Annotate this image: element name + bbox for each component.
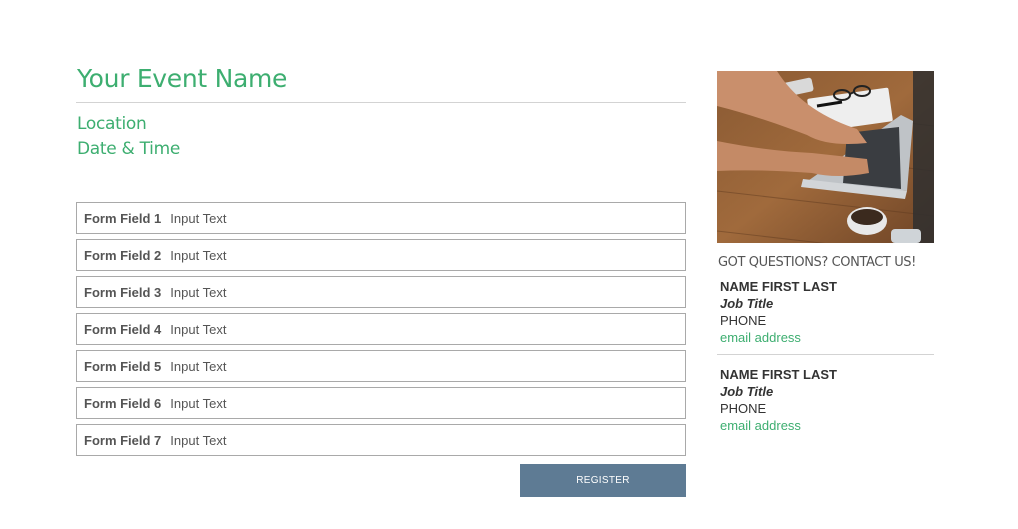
contact-phone: PHONE [720, 401, 767, 416]
field-input-text[interactable]: Input Text [170, 248, 226, 263]
field-input-text[interactable]: Input Text [170, 433, 226, 448]
form-field-2[interactable]: Form Field 2 Input Text [76, 239, 686, 271]
contact-card: NAME FIRST LAST Job Title PHONE email ad… [717, 278, 934, 346]
field-label: Form Field 2 [84, 247, 162, 263]
event-header: Your Event Name Location Date & Time [76, 62, 686, 162]
field-label: Form Field 5 [84, 358, 162, 374]
event-datetime: Date & Time [77, 139, 180, 159]
field-input-text[interactable]: Input Text [170, 285, 226, 300]
contact-heading: GOT QUESTIONS? CONTACT US! [718, 255, 916, 270]
form-field-7[interactable]: Form Field 7 Input Text [76, 424, 686, 456]
field-input-text[interactable]: Input Text [170, 211, 226, 226]
register-button[interactable]: REGISTER [520, 464, 686, 497]
contact-job-title: Job Title [720, 296, 774, 311]
form-field-5[interactable]: Form Field 5 Input Text [76, 350, 686, 382]
event-location: Location [77, 114, 147, 134]
field-input-text[interactable]: Input Text [170, 359, 226, 374]
field-input-text[interactable]: Input Text [170, 396, 226, 411]
contact-job-title: Job Title [720, 384, 774, 399]
contact-divider [717, 354, 934, 355]
contact-name: NAME FIRST LAST [720, 279, 837, 294]
form-field-6[interactable]: Form Field 6 Input Text [76, 387, 686, 419]
form-field-3[interactable]: Form Field 3 Input Text [76, 276, 686, 308]
contact-name: NAME FIRST LAST [720, 367, 837, 382]
contact-email-link[interactable]: email address [720, 329, 934, 346]
title-divider [76, 102, 686, 103]
contact-phone: PHONE [720, 313, 767, 328]
form-field-1[interactable]: Form Field 1 Input Text [76, 202, 686, 234]
field-label: Form Field 4 [84, 321, 162, 337]
contact-sidebar: GOT QUESTIONS? CONTACT US! NAME FIRST LA… [717, 71, 934, 434]
laptop-photo [717, 71, 934, 243]
field-label: Form Field 1 [84, 210, 162, 226]
form-field-4[interactable]: Form Field 4 Input Text [76, 313, 686, 345]
contact-card: NAME FIRST LAST Job Title PHONE email ad… [717, 366, 934, 434]
registration-form: Form Field 1 Input Text Form Field 2 Inp… [76, 202, 686, 461]
field-label: Form Field 7 [84, 432, 162, 448]
event-title: Your Event Name [77, 64, 288, 93]
field-label: Form Field 6 [84, 395, 162, 411]
field-label: Form Field 3 [84, 284, 162, 300]
field-input-text[interactable]: Input Text [170, 322, 226, 337]
contact-email-link[interactable]: email address [720, 417, 934, 434]
